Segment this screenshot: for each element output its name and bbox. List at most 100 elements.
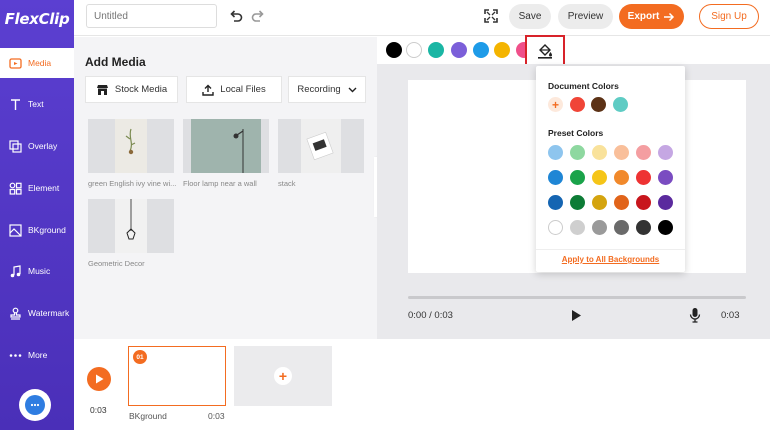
sidebar-item-label: Overlay	[28, 141, 58, 151]
paint-bucket-icon	[538, 43, 552, 59]
color-swatch[interactable]	[451, 42, 467, 58]
scene-timeline: 0:03 01 BKground 0:03 +	[74, 339, 770, 430]
preset-color-swatch[interactable]	[592, 170, 607, 185]
sidebar-item-label: Text	[28, 99, 44, 109]
total-duration: 0:03	[721, 310, 740, 321]
paint-bucket-button[interactable]	[525, 35, 565, 66]
divider	[536, 249, 685, 250]
sidebar-item-more[interactable]: More	[0, 340, 74, 370]
background-color-bar	[377, 37, 770, 64]
color-swatch[interactable]	[428, 42, 444, 58]
preset-color-swatch[interactable]	[548, 145, 563, 160]
chat-icon	[25, 395, 45, 415]
preset-colors-heading: Preset Colors	[548, 128, 604, 138]
preset-color-swatch[interactable]	[614, 145, 629, 160]
color-swatch[interactable]	[386, 42, 402, 58]
media-thumbnail-lamp[interactable]	[183, 119, 269, 173]
color-swatch[interactable]	[406, 42, 422, 58]
project-title-input[interactable]	[86, 4, 217, 28]
playback-time: 0:00 / 0:03	[408, 310, 453, 321]
local-files-button[interactable]: Local Files	[186, 76, 282, 103]
microphone-icon[interactable]	[689, 307, 701, 328]
element-icon	[8, 181, 22, 195]
upload-icon	[202, 84, 214, 96]
preset-color-swatch[interactable]	[592, 145, 607, 160]
fullscreen-icon[interactable]	[483, 8, 499, 24]
preset-color-swatch[interactable]	[614, 195, 629, 210]
app-logo[interactable]: FlexClip	[0, 0, 74, 38]
sidebar-item-label: Music	[28, 266, 51, 276]
color-swatch[interactable]	[473, 42, 489, 58]
stock-media-button[interactable]: Stock Media	[85, 76, 178, 103]
arrow-right-icon	[664, 12, 675, 21]
sidebar-item-bkground[interactable]: BKground	[0, 215, 74, 245]
sidebar-item-label: Watermark	[28, 308, 70, 318]
play-icon[interactable]	[571, 309, 582, 327]
media-label: Floor lamp near a wall	[183, 179, 257, 188]
add-scene-button[interactable]: +	[234, 346, 332, 406]
media-thumbnail-ivy[interactable]	[88, 119, 174, 173]
media-label: stack	[278, 179, 296, 188]
preset-color-swatch[interactable]	[592, 220, 607, 235]
local-files-label: Local Files	[220, 84, 266, 95]
export-button[interactable]: Export	[619, 4, 684, 29]
sidebar: FlexClip Media Text Overlay Element BKgr…	[0, 0, 74, 430]
sidebar-item-text[interactable]: Text	[0, 89, 74, 119]
media-thumbnail-stack[interactable]	[278, 119, 364, 173]
media-panel: Add Media Stock Media Local Files Record…	[74, 37, 377, 339]
sidebar-item-label: BKground	[28, 225, 66, 235]
chevron-down-icon	[348, 87, 357, 92]
sidebar-item-overlay[interactable]: Overlay	[0, 131, 74, 161]
preset-color-swatch[interactable]	[636, 170, 651, 185]
sidebar-item-media[interactable]: Media	[0, 48, 74, 78]
preset-color-swatch[interactable]	[614, 220, 629, 235]
preset-color-swatch[interactable]	[658, 170, 673, 185]
scene-card[interactable]: 01	[128, 346, 226, 406]
preset-color-swatch[interactable]	[658, 195, 673, 210]
media-icon	[8, 56, 22, 70]
sidebar-item-element[interactable]: Element	[0, 173, 74, 203]
document-color-swatch[interactable]	[613, 97, 628, 112]
top-bar: Save Preview Export Sign Up	[74, 0, 770, 36]
preview-button[interactable]: Preview	[558, 4, 613, 29]
sidebar-item-label: Media	[28, 58, 52, 68]
preset-color-swatch[interactable]	[614, 170, 629, 185]
scene-duration: 0:03	[208, 411, 225, 421]
preset-color-swatch[interactable]	[636, 145, 651, 160]
recording-dropdown[interactable]: Recording	[288, 76, 366, 103]
sign-up-button[interactable]: Sign Up	[699, 4, 759, 29]
document-color-swatch[interactable]	[570, 97, 585, 112]
save-button[interactable]: Save	[509, 4, 551, 29]
document-colors-heading: Document Colors	[548, 81, 619, 91]
document-color-swatch[interactable]	[591, 97, 606, 112]
export-label: Export	[627, 11, 660, 22]
stock-media-label: Stock Media	[114, 84, 168, 95]
sidebar-item-label: More	[28, 350, 48, 360]
background-icon	[8, 223, 22, 237]
preset-color-swatch[interactable]	[570, 195, 585, 210]
playback-progress-bar[interactable]	[408, 296, 746, 299]
apply-to-all-backgrounds-link[interactable]: Apply to All Backgrounds	[536, 255, 685, 264]
preset-color-swatch[interactable]	[570, 145, 585, 160]
sidebar-item-music[interactable]: Music	[0, 256, 74, 286]
help-chat-button[interactable]	[19, 389, 51, 421]
preset-color-swatch[interactable]	[548, 220, 563, 235]
preset-color-swatch[interactable]	[658, 220, 673, 235]
preset-color-swatch[interactable]	[592, 195, 607, 210]
redo-icon[interactable]	[250, 8, 266, 24]
preset-color-swatch[interactable]	[548, 170, 563, 185]
undo-icon[interactable]	[228, 8, 244, 24]
sidebar-item-watermark[interactable]: Watermark	[0, 298, 74, 328]
preset-color-swatch[interactable]	[658, 145, 673, 160]
plus-icon: +	[274, 367, 292, 385]
preset-color-swatch[interactable]	[570, 170, 585, 185]
play-button[interactable]	[87, 367, 111, 391]
preset-color-swatch[interactable]	[636, 195, 651, 210]
media-thumbnail-geometric-decor[interactable]	[88, 199, 174, 253]
add-color-button[interactable]: +	[548, 97, 563, 112]
preset-color-swatch[interactable]	[570, 220, 585, 235]
media-label: Geometric Decor	[88, 259, 145, 268]
preset-color-swatch[interactable]	[636, 220, 651, 235]
preset-color-swatch[interactable]	[548, 195, 563, 210]
color-swatch[interactable]	[494, 42, 510, 58]
